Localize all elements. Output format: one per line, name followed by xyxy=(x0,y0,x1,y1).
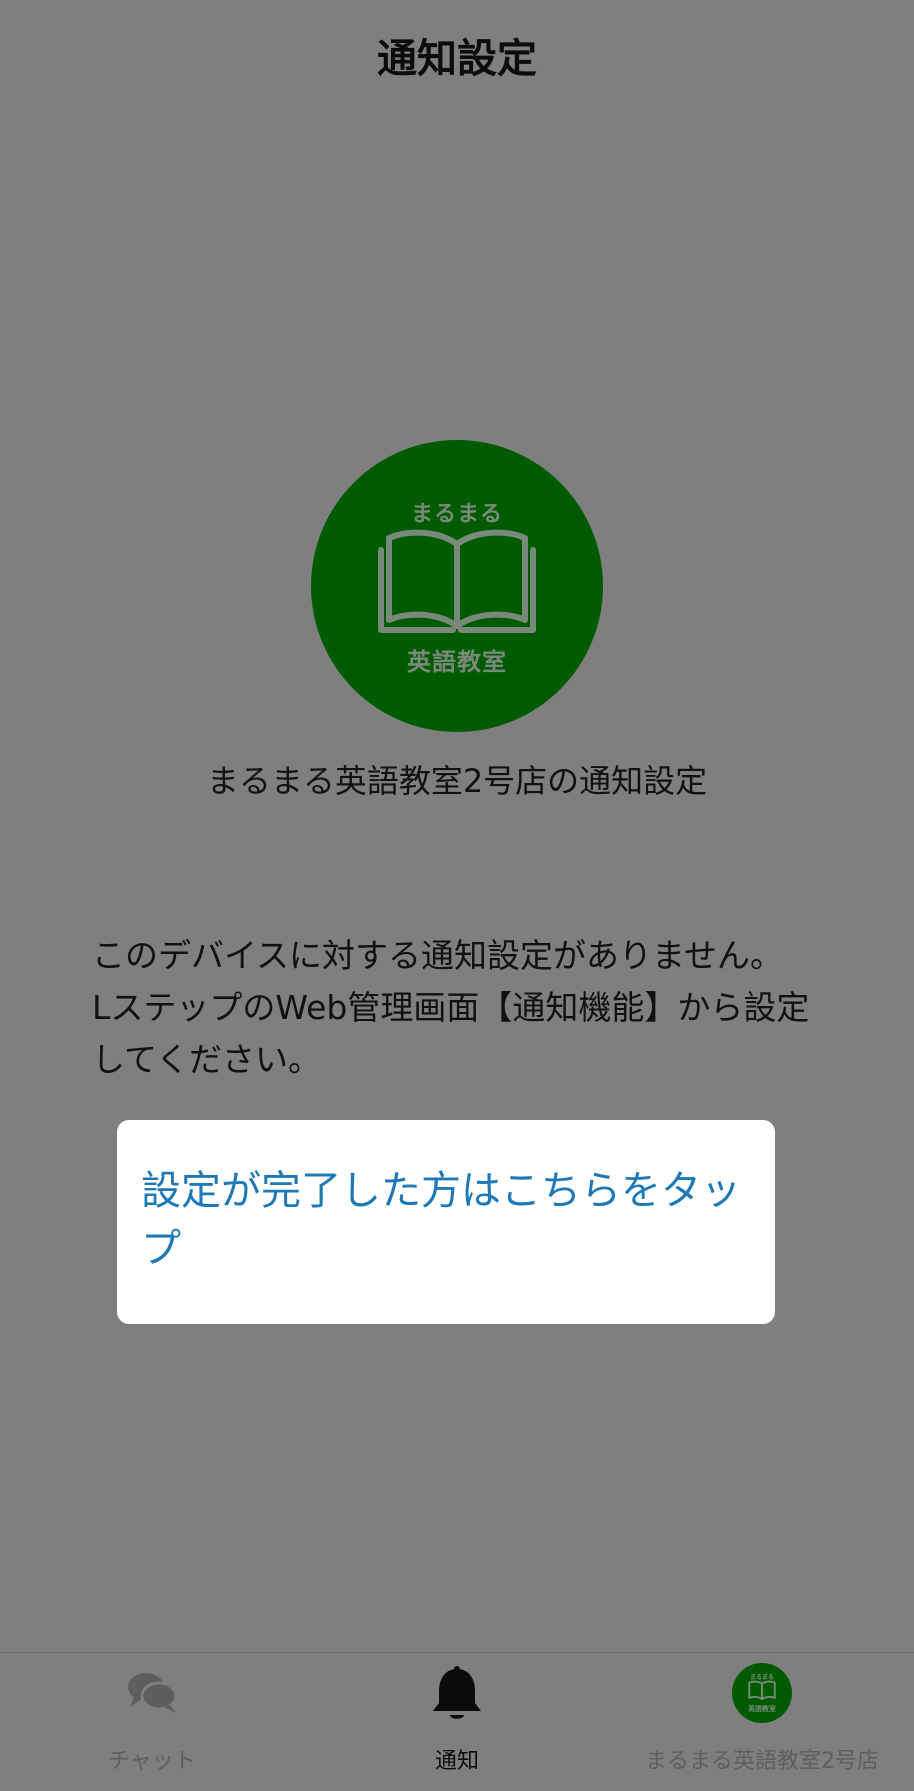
bottom-tab-bar: チャット 通知 まるまる 英語教室 まるまる英語教室2号店 xyxy=(0,1652,914,1791)
open-book-icon xyxy=(748,1680,776,1700)
logo-top-text: まるまる xyxy=(410,502,503,527)
no-settings-notice: このデバイスに対する通知設定がありません。 LステップのWeb管理画面【通知機能… xyxy=(92,930,832,1086)
setup-complete-button[interactable]: 設定が完了した方はこちらをタップ xyxy=(117,1120,775,1324)
account-avatar: まるまる 英語教室 xyxy=(732,1663,792,1723)
page-title: 通知設定 xyxy=(377,36,537,82)
tab-chat[interactable]: チャット xyxy=(0,1653,304,1791)
tab-chat-label: チャット xyxy=(108,1749,196,1774)
notice-line-2: LステップのWeb管理画面【通知機能】から設定してください。 xyxy=(92,988,810,1079)
tab-account[interactable]: まるまる 英語教室 まるまる英語教室2号店 xyxy=(610,1653,914,1791)
tab-notifications[interactable]: 通知 xyxy=(304,1653,610,1791)
tab-notifications-label: 通知 xyxy=(434,1749,479,1774)
account-logo: まるまる 英語教室 xyxy=(311,440,603,732)
bell-icon xyxy=(429,1665,485,1729)
setup-complete-link[interactable]: 設定が完了した方はこちらをタップ xyxy=(141,1162,753,1278)
logo-bottom-text: 英語教室 xyxy=(407,648,507,676)
open-book-icon xyxy=(377,528,537,642)
account-settings-title: まるまる英語教室2号店の通知設定 xyxy=(206,762,708,800)
avatar-bottom-text: 英語教室 xyxy=(748,1705,776,1713)
chat-bubbles-icon xyxy=(124,1665,180,1725)
notice-line-1: このデバイスに対する通知設定がありません。 xyxy=(92,936,784,975)
tab-account-label: まるまる英語教室2号店 xyxy=(645,1749,879,1774)
